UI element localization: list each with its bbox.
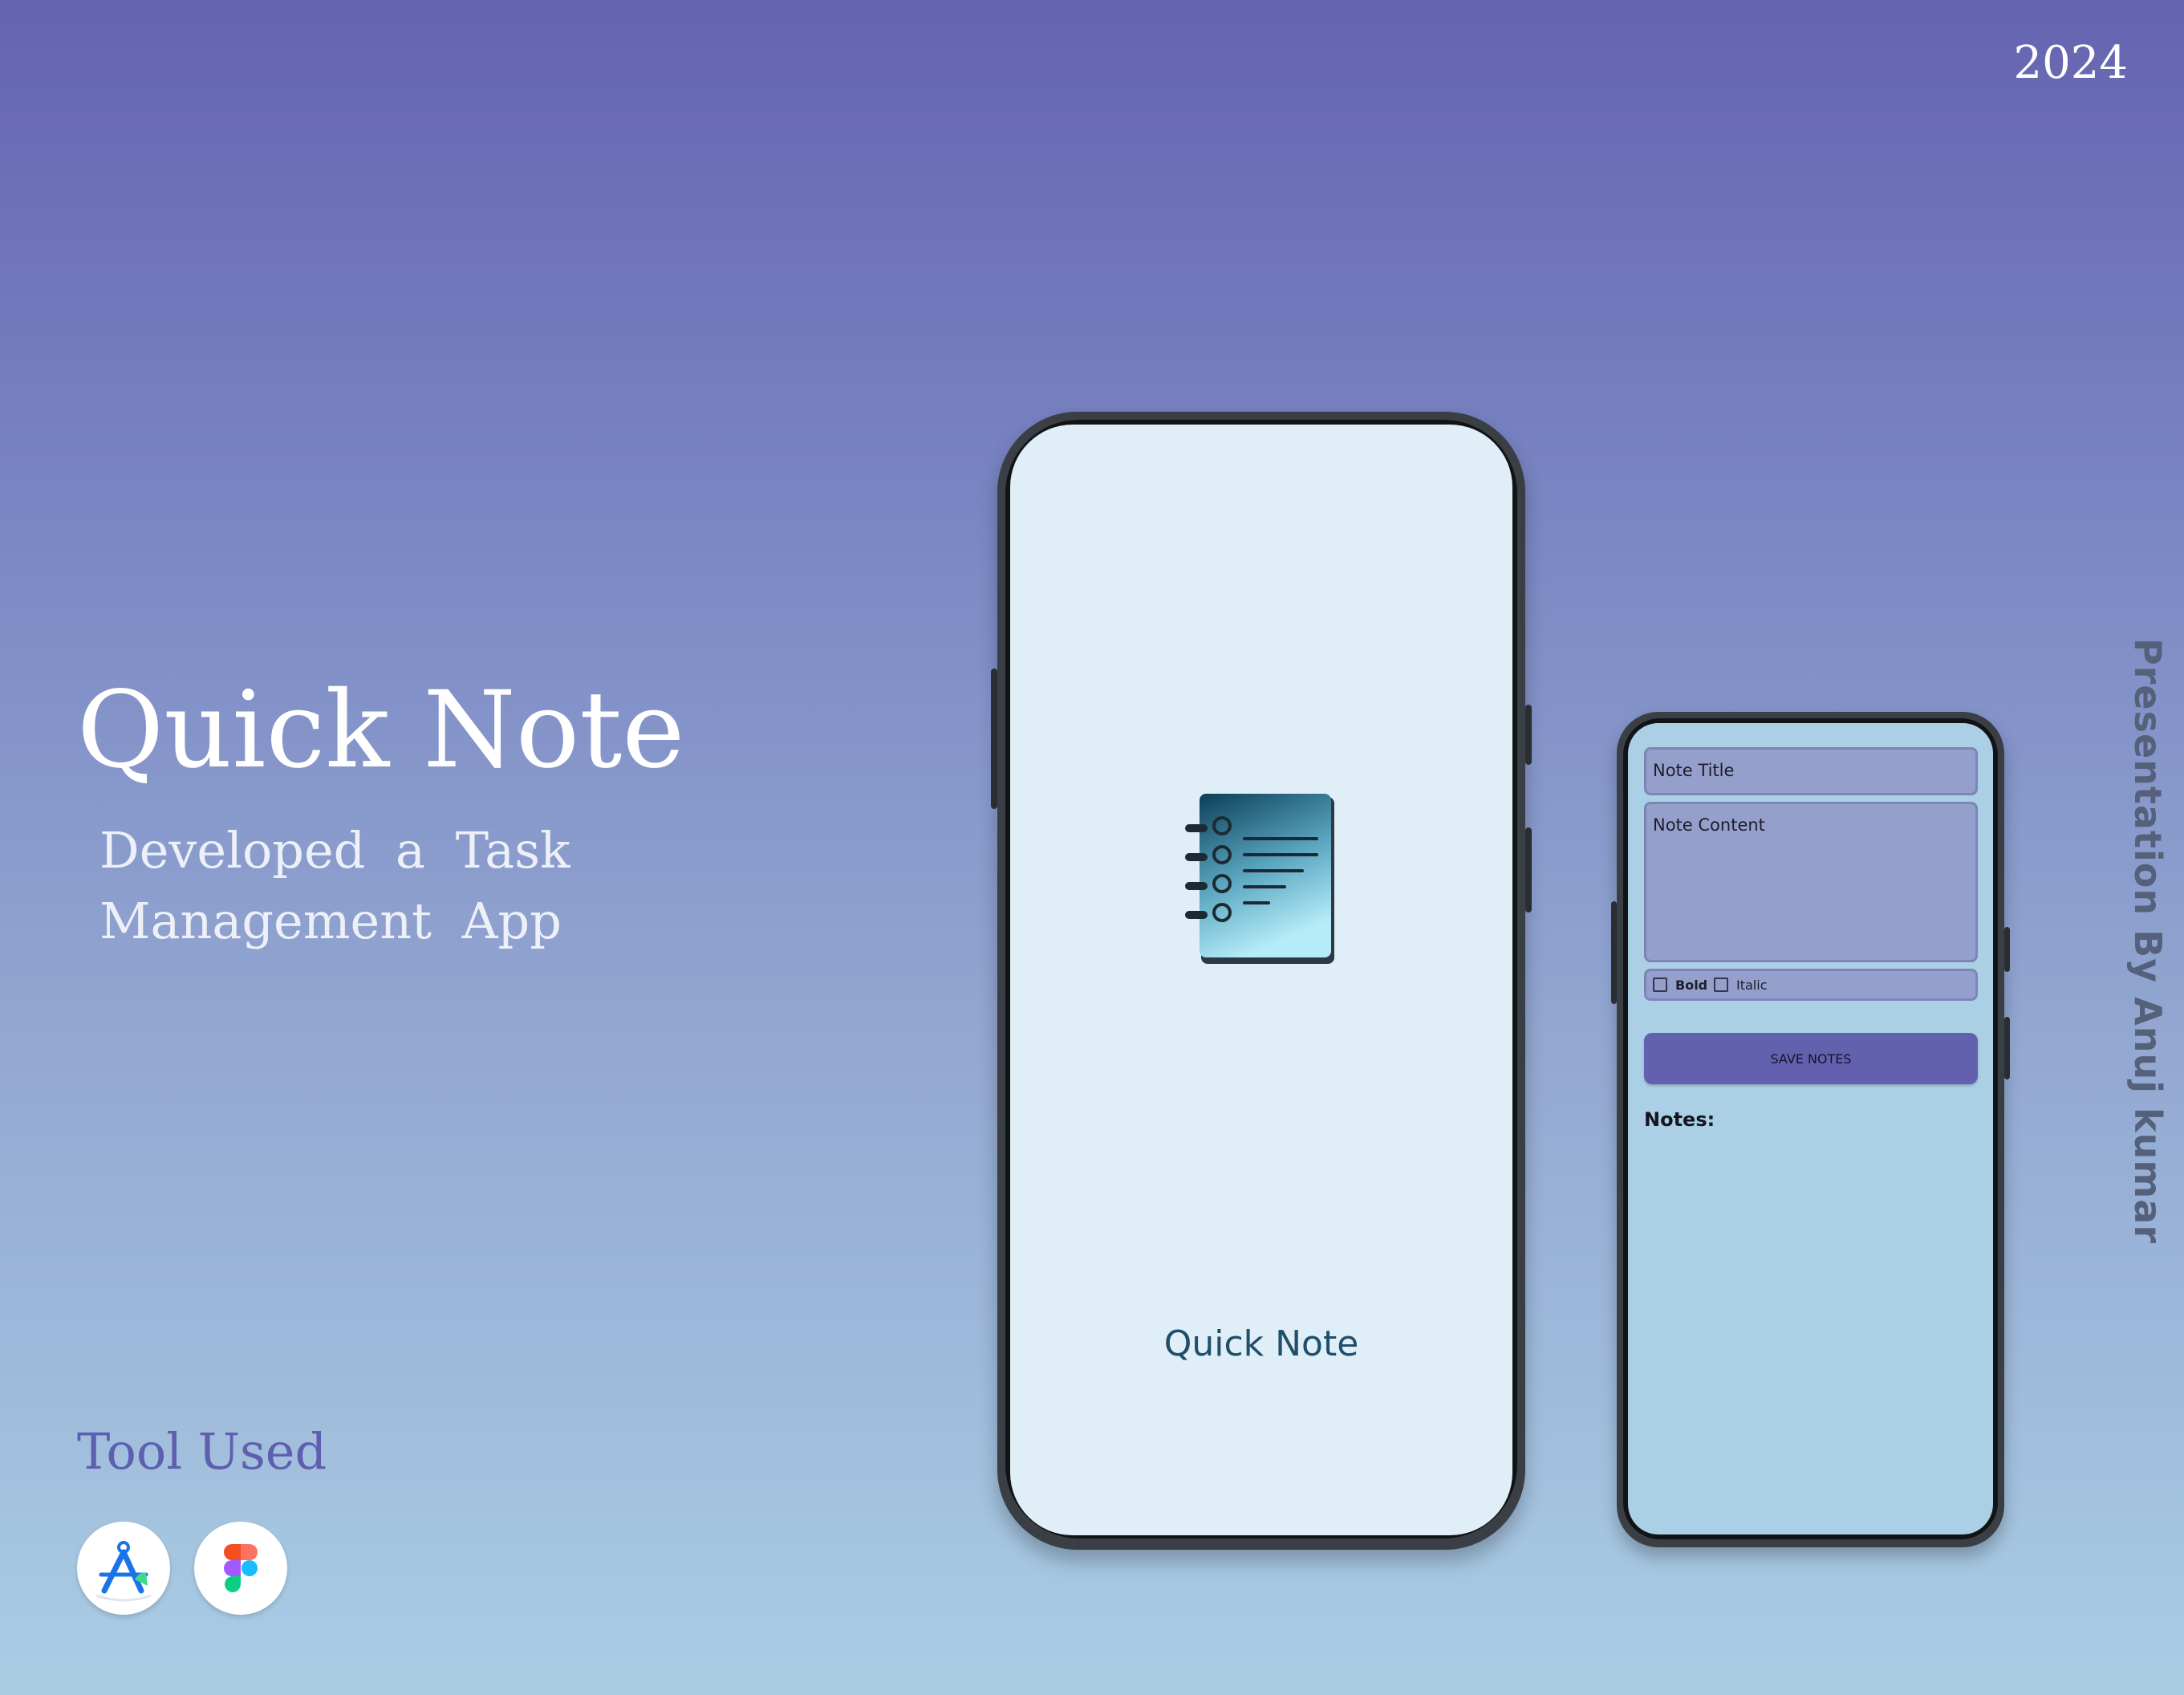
editor-phone-mockup: Note Title Note Content Bold Italic SAVE… — [1611, 712, 2010, 1547]
tool-badge-android-studio — [77, 1522, 170, 1615]
android-studio-icon — [95, 1541, 152, 1602]
bold-label: Bold — [1675, 978, 1708, 993]
italic-checkbox[interactable] — [1714, 978, 1728, 992]
splash-screen: Quick Note — [1010, 425, 1512, 1535]
phone-side-button — [991, 669, 997, 809]
notebook-icon — [1185, 794, 1334, 964]
page-title: Quick Note — [77, 669, 685, 792]
phone-side-button — [1525, 827, 1532, 913]
splash-phone-mockup: Quick Note — [991, 412, 1532, 1550]
phone-side-button — [1611, 901, 1617, 1004]
format-options-row: Bold Italic — [1644, 969, 1978, 1001]
page-subtitle: Developed a Task Management App — [99, 821, 570, 950]
year-label: 2024 — [2013, 37, 2128, 89]
bold-checkbox[interactable] — [1653, 978, 1667, 992]
tools-heading: Tool Used — [77, 1422, 327, 1481]
italic-label: Italic — [1736, 978, 1768, 993]
presenter-credit: Presentation By Anuj kumar — [2126, 638, 2170, 1245]
notes-section-label: Notes: — [1644, 1108, 1715, 1131]
phone-side-button — [1525, 705, 1532, 765]
tool-badge-figma — [194, 1522, 287, 1615]
figma-icon — [224, 1544, 258, 1592]
splash-app-name: Quick Note — [1163, 1323, 1359, 1364]
editor-screen: Note Title Note Content Bold Italic SAVE… — [1628, 723, 1993, 1534]
note-title-input[interactable]: Note Title — [1644, 747, 1978, 795]
phone-side-button — [2004, 1017, 2010, 1079]
note-content-input[interactable]: Note Content — [1644, 802, 1978, 962]
save-notes-button[interactable]: SAVE NOTES — [1644, 1033, 1978, 1084]
phone-side-button — [2004, 927, 2010, 972]
